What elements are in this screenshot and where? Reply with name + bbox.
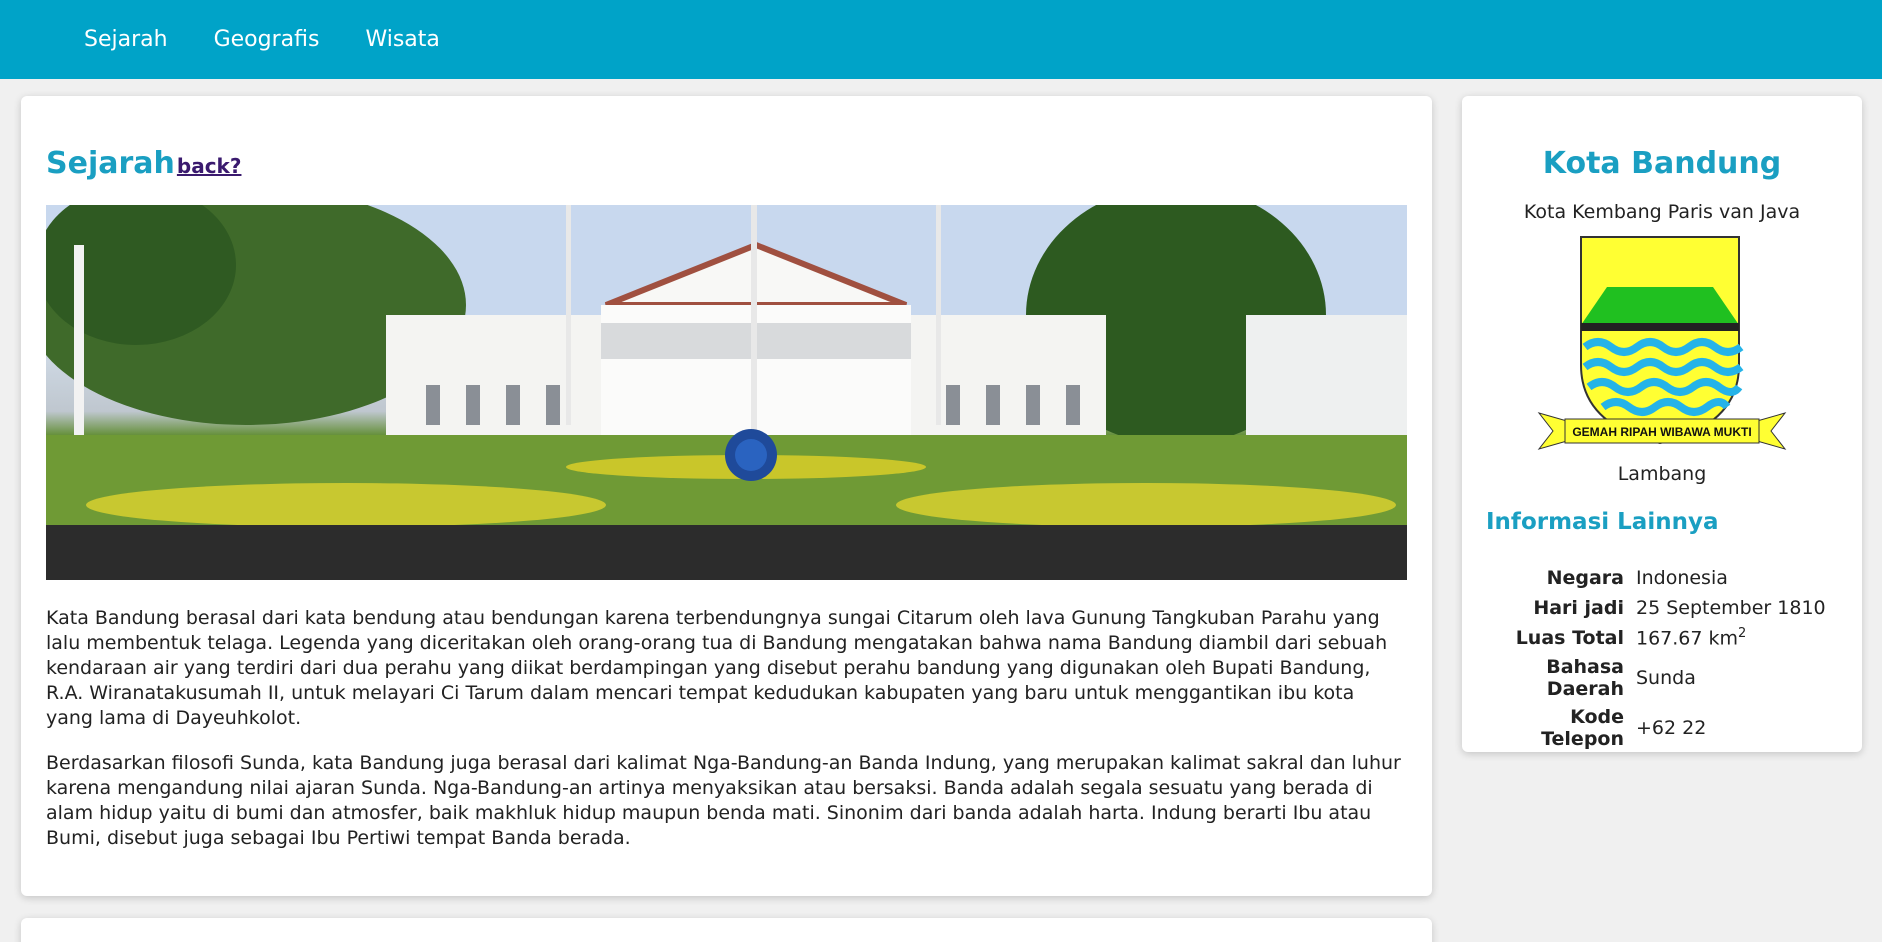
top-nav: Sejarah Geografis Wisata [0, 0, 1882, 79]
info-key: Negara [1546, 567, 1624, 589]
hero-image [46, 205, 1407, 580]
info-table: Negara Indonesia Hari jadi 25 September … [1486, 563, 1826, 753]
info-value: 167.67 km2 [1636, 623, 1826, 653]
nav-link-sejarah[interactable]: Sejarah [84, 27, 168, 52]
nav-link-geografis[interactable]: Geografis [214, 27, 320, 52]
emblem-motto: GEMAH RIPAH WIBAWA MUKTI [1572, 425, 1751, 439]
area-value: 167.67 km [1636, 627, 1739, 650]
info-row-luas-total: Luas Total 167.67 km2 [1486, 623, 1826, 653]
info-key: Bahasa Daerah [1546, 656, 1624, 700]
article-body: Kata Bandung berasal dari kata bendung a… [46, 606, 1407, 851]
city-emblem: GEMAH RIPAH WIBAWA MUKTI [1537, 235, 1787, 457]
info-key: Hari jadi [1533, 597, 1624, 619]
area-unit-exponent: 2 [1738, 626, 1747, 642]
info-row-hari-jadi: Hari jadi 25 September 1810 [1486, 593, 1826, 623]
emblem-caption: Lambang [1617, 463, 1707, 485]
main-card: Sejarah back? Kata Bandung berasal dari … [21, 96, 1432, 896]
next-section-card [21, 918, 1432, 942]
info-value: Indonesia [1636, 567, 1728, 589]
info-value: +62 22 [1636, 717, 1707, 739]
info-value: Sunda [1636, 667, 1696, 689]
info-title: Informasi Lainnya [1486, 509, 1719, 535]
gedung-sate-photo [46, 205, 1407, 580]
section-title: Sejarah [46, 146, 175, 181]
city-nickname: Kota Kembang Paris van Java [1523, 201, 1801, 223]
info-value: 25 September 1810 [1636, 597, 1826, 619]
info-row-negara: Negara Indonesia [1486, 563, 1826, 593]
nav-link-wisata[interactable]: Wisata [365, 27, 439, 52]
section-header: Sejarah back? [46, 146, 1407, 181]
info-key: Kode Telepon [1541, 706, 1624, 750]
info-sidebar: Kota Bandung Kota Kembang Paris van Java… [1462, 96, 1862, 752]
city-title: Kota Bandung [1542, 146, 1782, 181]
paragraph: Kata Bandung berasal dari kata bendung a… [46, 607, 1388, 729]
info-key: Luas Total [1515, 627, 1624, 649]
bandung-emblem-icon: GEMAH RIPAH WIBAWA MUKTI [1537, 236, 1787, 450]
back-link[interactable]: back? [177, 154, 242, 178]
info-row-bahasa-daerah: Bahasa Daerah Sunda [1486, 653, 1826, 703]
info-row-kode-telepon: Kode Telepon +62 22 [1486, 703, 1826, 753]
paragraph: Berdasarkan filosofi Sunda, kata Bandung… [46, 752, 1401, 849]
